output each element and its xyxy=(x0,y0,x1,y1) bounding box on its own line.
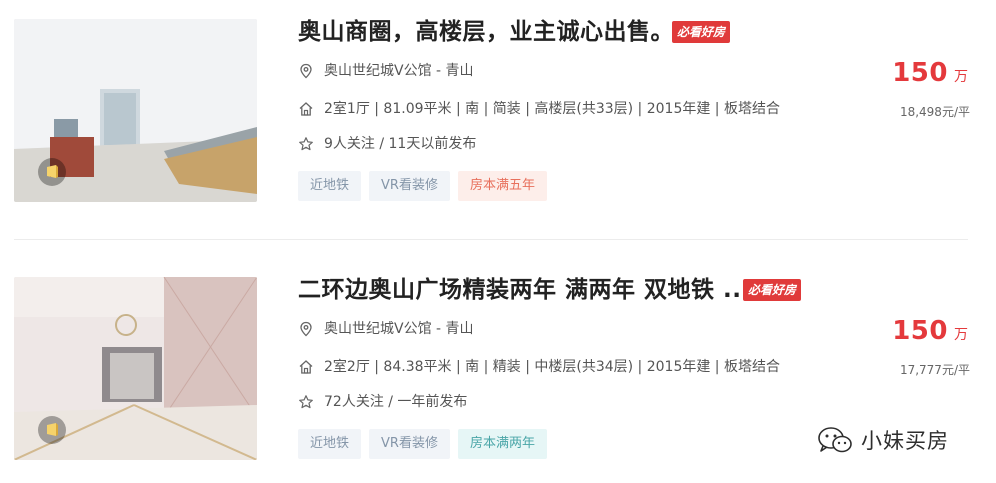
unit-price: 18,498元/平 xyxy=(899,105,970,119)
tag-vr: VR看装修 xyxy=(369,171,450,201)
divider xyxy=(14,239,968,240)
wechat-icon xyxy=(818,427,852,453)
location-row: 奥山世纪城V公馆 - 青山 xyxy=(298,61,474,81)
location-row: 奥山世纪城V公馆 - 青山 xyxy=(298,319,474,339)
follow-info-text: 9人关注 / 11天以前发布 xyxy=(324,136,477,152)
hot-badge: 必看好房 xyxy=(672,21,731,43)
tag-list: 近地铁 VR看装修 房本满五年 xyxy=(298,171,547,201)
house-info-text: 2室2厅 | 84.38平米 | 南 | 精装 | 中楼层(共34层) | 20… xyxy=(324,359,780,375)
tag-deed-age: 房本满两年 xyxy=(457,429,547,459)
listing-photo[interactable] xyxy=(14,19,257,202)
listing-title[interactable]: 奥山商圈，高楼层，业主诚心出售。 xyxy=(298,17,674,47)
vr-icon xyxy=(38,158,66,186)
follow-info-row: 72人关注 / 一年前发布 xyxy=(298,392,467,412)
tag-near-subway: 近地铁 xyxy=(298,429,362,459)
follow-info-text: 72人关注 / 一年前发布 xyxy=(324,394,468,410)
vr-icon xyxy=(38,416,66,444)
star-icon xyxy=(299,395,313,409)
tag-list: 近地铁 VR看装修 房本满两年 xyxy=(298,429,547,459)
listing-item[interactable]: 奥山商圈，高楼层，业主诚心出售。 必看好房 奥山世纪城V公馆 - 青山 2室1厅… xyxy=(0,12,996,212)
total-price: 150 万 xyxy=(892,58,968,88)
watermark: 小妹买房 xyxy=(817,423,949,457)
hot-badge: 必看好房 xyxy=(743,279,802,301)
follow-info-row: 9人关注 / 11天以前发布 xyxy=(298,134,476,154)
star-icon xyxy=(299,137,313,151)
tag-near-subway: 近地铁 xyxy=(298,171,362,201)
house-info-text: 2室1厅 | 81.09平米 | 南 | 简装 | 高楼层(共33层) | 20… xyxy=(324,101,780,117)
house-icon xyxy=(299,360,313,374)
unit-price: 17,777元/平 xyxy=(899,363,970,377)
location-pin-icon xyxy=(300,63,312,79)
price-unit: 万 xyxy=(954,327,968,343)
tag-vr: VR看装修 xyxy=(369,429,450,459)
location-pin-icon xyxy=(300,321,312,337)
house-info-row: 2室2厅 | 84.38平米 | 南 | 精装 | 中楼层(共34层) | 20… xyxy=(298,357,780,377)
listing-photo[interactable] xyxy=(14,277,257,460)
watermark-text: 小妹买房 xyxy=(861,429,949,453)
total-price: 150 万 xyxy=(892,316,968,346)
price-value: 150 xyxy=(892,316,948,346)
location-text[interactable]: 奥山世纪城V公馆 - 青山 xyxy=(324,319,474,339)
price-value: 150 xyxy=(892,58,948,88)
house-icon xyxy=(299,102,313,116)
price-unit: 万 xyxy=(954,69,968,85)
house-info-row: 2室1厅 | 81.09平米 | 南 | 简装 | 高楼层(共33层) | 20… xyxy=(298,99,780,119)
listing-title[interactable]: 二环边奥山广场精装两年 满两年 双地铁 ... xyxy=(298,275,751,305)
tag-deed-age: 房本满五年 xyxy=(457,171,547,201)
location-text[interactable]: 奥山世纪城V公馆 - 青山 xyxy=(324,61,474,81)
